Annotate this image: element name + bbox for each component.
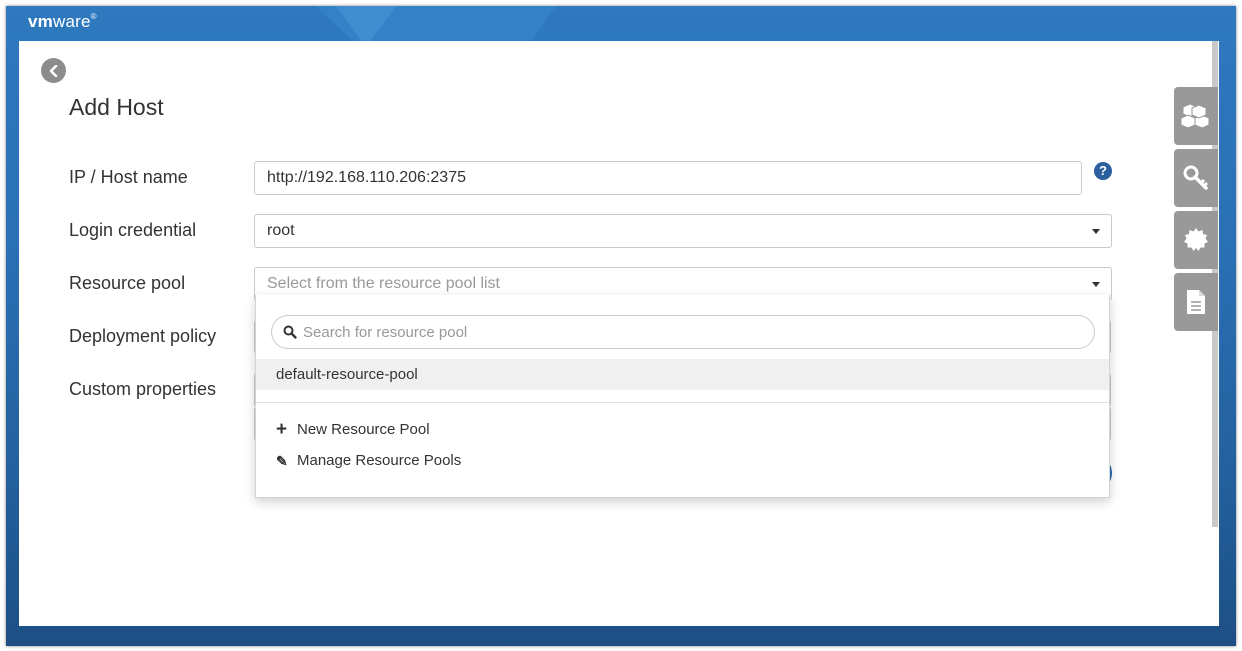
ip-host-value: http://192.168.110.206:2375: [267, 169, 466, 186]
ip-host-input[interactable]: http://192.168.110.206:2375: [254, 161, 1082, 195]
tab-credentials[interactable]: [1174, 149, 1218, 207]
login-credential-value: root: [267, 222, 295, 239]
tab-certificates[interactable]: [1174, 211, 1218, 269]
tab-documentation[interactable]: [1174, 273, 1218, 331]
search-icon: [283, 325, 297, 339]
deployment-policy-label: Deployment policy: [69, 326, 217, 346]
key-icon: [1183, 165, 1209, 190]
vmware-logo: vmware®: [28, 12, 97, 31]
pencil-icon: ✎: [276, 453, 288, 469]
login-credential-select[interactable]: root: [254, 214, 1112, 248]
resource-pool-dropdown: Search for resource pool default-resourc…: [255, 295, 1110, 498]
dropdown-divider: [256, 402, 1109, 403]
resource-pool-placeholder: Select from the resource pool list: [267, 275, 500, 292]
resource-pool-option[interactable]: default-resource-pool: [256, 359, 1109, 390]
back-button[interactable]: [41, 58, 66, 83]
ip-host-label: IP / Host name: [69, 167, 188, 187]
document-icon: [1187, 290, 1205, 314]
plus-icon: +: [276, 419, 288, 440]
main-panel: Add Host IP / Host name http://192.168.1…: [19, 41, 1219, 626]
page-title: Add Host: [69, 94, 164, 120]
manage-resource-pools-action[interactable]: ✎ Manage Resource Pools: [276, 452, 461, 470]
custom-properties-label: Custom properties: [69, 379, 217, 399]
resource-pool-label: Resource pool: [69, 273, 186, 293]
login-credential-label: Login credential: [69, 220, 197, 240]
chevron-left-icon: [49, 64, 57, 77]
new-resource-pool-action[interactable]: + New Resource Pool: [276, 419, 430, 440]
caret-down-icon: [1092, 229, 1100, 234]
resource-pool-search-input[interactable]: Search for resource pool: [271, 315, 1095, 349]
search-placeholder: Search for resource pool: [303, 324, 468, 341]
cubes-icon: [1180, 103, 1210, 129]
help-icon[interactable]: ?: [1094, 162, 1112, 180]
caret-down-icon: [1092, 282, 1100, 287]
certificate-icon: [1184, 228, 1208, 251]
tab-templates[interactable]: [1174, 87, 1218, 145]
